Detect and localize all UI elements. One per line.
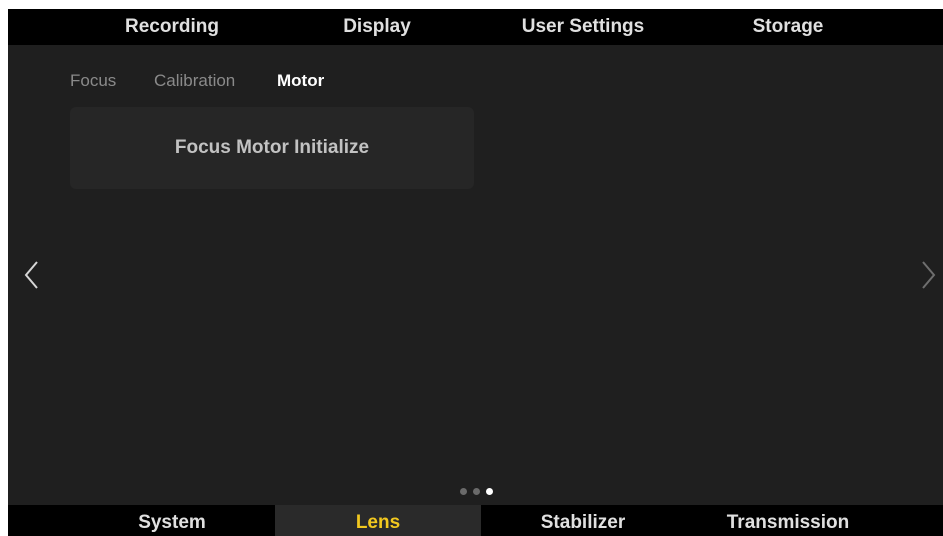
bottom-nav: System Lens Stabilizer Transmission bbox=[8, 505, 943, 536]
top-tab-user-settings[interactable]: User Settings bbox=[480, 9, 686, 45]
sub-tab-calibration[interactable]: Calibration bbox=[154, 71, 235, 91]
top-tab-recording[interactable]: Recording bbox=[70, 9, 274, 45]
next-page-button[interactable] bbox=[913, 257, 943, 293]
page-indicator bbox=[460, 486, 493, 496]
bottom-tab-transmission[interactable]: Transmission bbox=[685, 505, 891, 536]
top-tab-display[interactable]: Display bbox=[274, 9, 480, 45]
page-dot-1[interactable] bbox=[460, 487, 467, 495]
bottom-tab-system[interactable]: System bbox=[70, 505, 274, 536]
sub-tab-motor[interactable]: Motor bbox=[277, 71, 324, 91]
top-nav: Recording Display User Settings Storage bbox=[8, 9, 943, 45]
sub-tab-focus[interactable]: Focus bbox=[70, 71, 116, 91]
focus-motor-initialize-label: Focus Motor Initialize bbox=[174, 137, 370, 158]
top-tab-storage[interactable]: Storage bbox=[686, 9, 890, 45]
previous-page-button[interactable] bbox=[18, 257, 48, 293]
bottom-tab-lens[interactable]: Lens bbox=[275, 505, 481, 536]
bottom-tab-stabilizer[interactable]: Stabilizer bbox=[481, 505, 685, 536]
camera-settings-screen: Recording Display User Settings Storage … bbox=[8, 9, 943, 536]
focus-motor-initialize-button[interactable]: Focus Motor Initialize bbox=[70, 107, 474, 189]
chevron-right-icon bbox=[913, 257, 943, 293]
page-dot-2[interactable] bbox=[473, 487, 480, 495]
chevron-left-icon bbox=[18, 257, 48, 293]
page-dot-3[interactable] bbox=[486, 487, 493, 495]
